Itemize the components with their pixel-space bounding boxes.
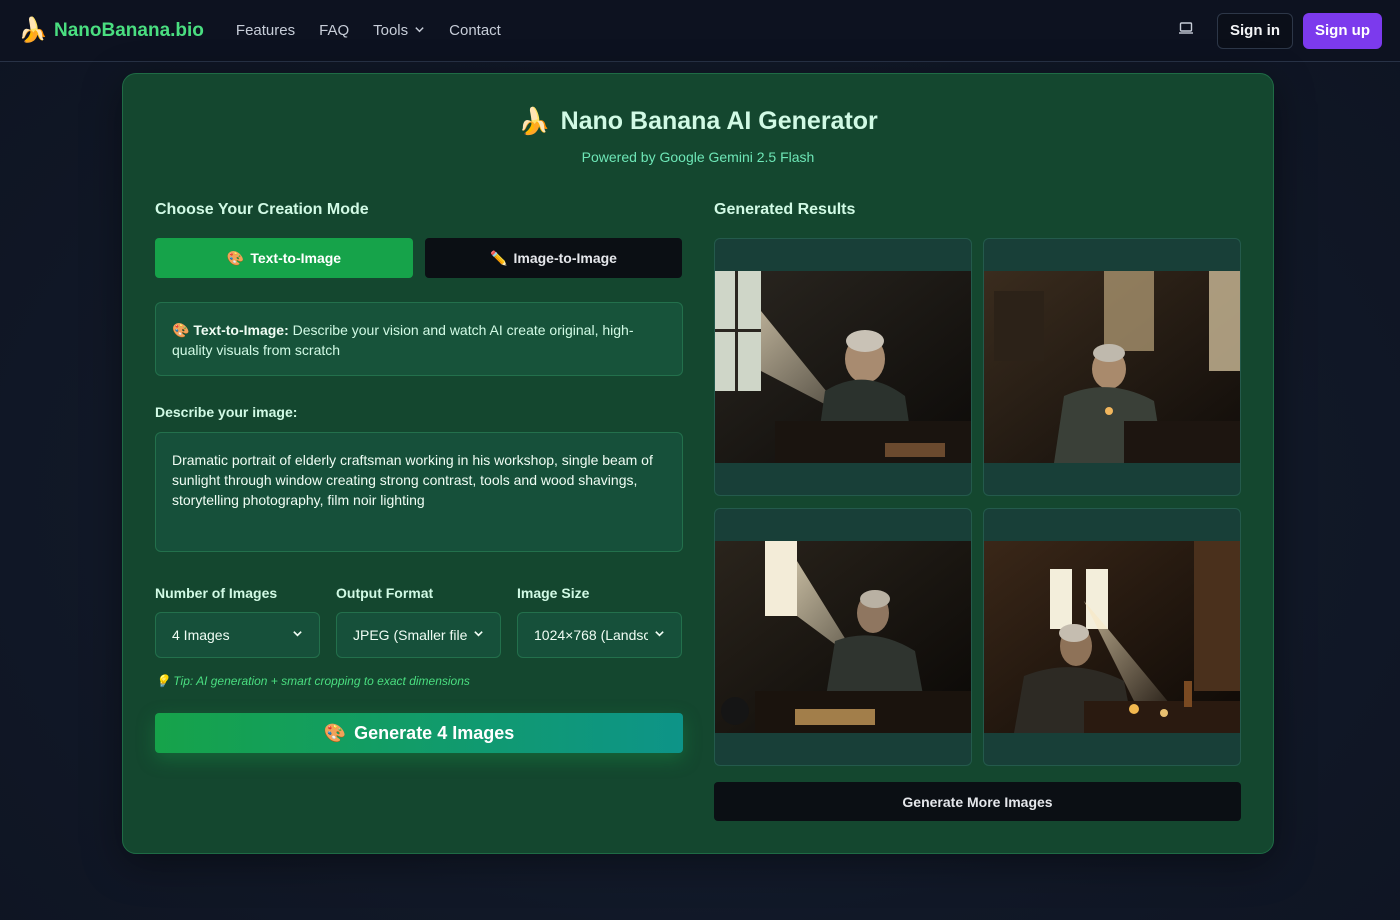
chevron-down-icon (292, 628, 303, 642)
size-select[interactable]: 1024×768 (Landscape) (517, 612, 682, 658)
nav-link-contact[interactable]: Contact (449, 22, 501, 39)
banana-icon: 🍌 (518, 106, 551, 136)
text-to-image-button[interactable]: 🎨 Text-to-Image (155, 238, 413, 278)
nav-link-features[interactable]: Features (236, 22, 295, 39)
tip-text: 💡 Tip: AI generation + smart cropping to… (155, 674, 470, 688)
result-image-card[interactable] (983, 238, 1241, 496)
generate-more-button[interactable]: Generate More Images (714, 782, 1241, 821)
palette-icon: 🎨 (226, 249, 245, 266)
image-to-image-button[interactable]: ✏️ Image-to-Image (425, 238, 682, 278)
page-subtitle: Powered by Google Gemini 2.5 Flash (581, 149, 815, 165)
generated-image (984, 541, 1240, 733)
mode-info-box: 🎨 Text-to-Image: Describe your vision an… (155, 302, 683, 376)
format-select[interactable]: JPEG (Smaller file) (336, 612, 501, 658)
result-image-card[interactable] (714, 508, 972, 766)
theme-toggle-button[interactable] (1169, 14, 1203, 48)
format-label: Output Format (336, 585, 434, 601)
tip-label: Tip: AI generation + smart cropping to e… (173, 674, 470, 688)
format-value: JPEG (Smaller file) (353, 627, 467, 643)
nav-link-faq[interactable]: FAQ (319, 22, 349, 39)
generate-button[interactable]: 🎨 Generate 4 Images (155, 713, 683, 753)
image-to-image-label: Image-to-Image (513, 250, 617, 266)
generator-card: 🍌 Nano Banana AI Generator Powered by Go… (122, 73, 1274, 854)
generate-label: Generate 4 Images (354, 722, 515, 743)
prompt-textarea[interactable] (155, 432, 683, 552)
brand-link[interactable]: 🍌 NanoBanana.bio (18, 16, 204, 45)
count-value: 4 Images (172, 627, 230, 643)
sign-up-button[interactable]: Sign up (1303, 12, 1382, 49)
prompt-label: Describe your image: (155, 404, 298, 420)
top-navbar: 🍌 NanoBanana.bio Features FAQ Tools Cont… (0, 0, 1400, 62)
banana-icon: 🍌 (18, 17, 48, 44)
chevron-down-icon (654, 628, 665, 642)
count-select[interactable]: 4 Images (155, 612, 320, 658)
title-row: 🍌 Nano Banana AI Generator (123, 106, 1273, 137)
info-title: Text-to-Image: (193, 322, 289, 338)
lightbulb-icon: 💡 (155, 674, 170, 688)
pencil-icon: ✏️ (490, 249, 508, 266)
palette-icon: 🎨 (172, 322, 190, 338)
nav-link-tools-label: Tools (373, 22, 409, 39)
page-title: Nano Banana AI Generator (560, 107, 878, 135)
mode-heading: Choose Your Creation Mode (155, 201, 369, 218)
chevron-down-icon (414, 24, 425, 38)
generated-image (984, 271, 1240, 463)
nav-actions: Sign in Sign up (1169, 12, 1382, 49)
sign-in-button[interactable]: Sign in (1217, 12, 1293, 49)
chevron-down-icon (473, 628, 484, 642)
result-image-card[interactable] (983, 508, 1241, 766)
generated-image (715, 271, 971, 463)
size-label: Image Size (517, 585, 590, 601)
nav-link-tools[interactable]: Tools (373, 22, 425, 39)
laptop-icon (1178, 21, 1194, 40)
size-value: 1024×768 (Landscape) (534, 627, 648, 643)
brand-name: NanoBanana.bio (54, 19, 204, 41)
count-label: Number of Images (155, 585, 278, 601)
results-heading: Generated Results (714, 201, 856, 218)
generated-image (715, 541, 971, 733)
nav-links: Features FAQ Tools Contact (236, 22, 501, 39)
text-to-image-label: Text-to-Image (250, 250, 342, 266)
palette-icon: 🎨 (323, 722, 347, 743)
result-image-card[interactable] (714, 238, 972, 496)
